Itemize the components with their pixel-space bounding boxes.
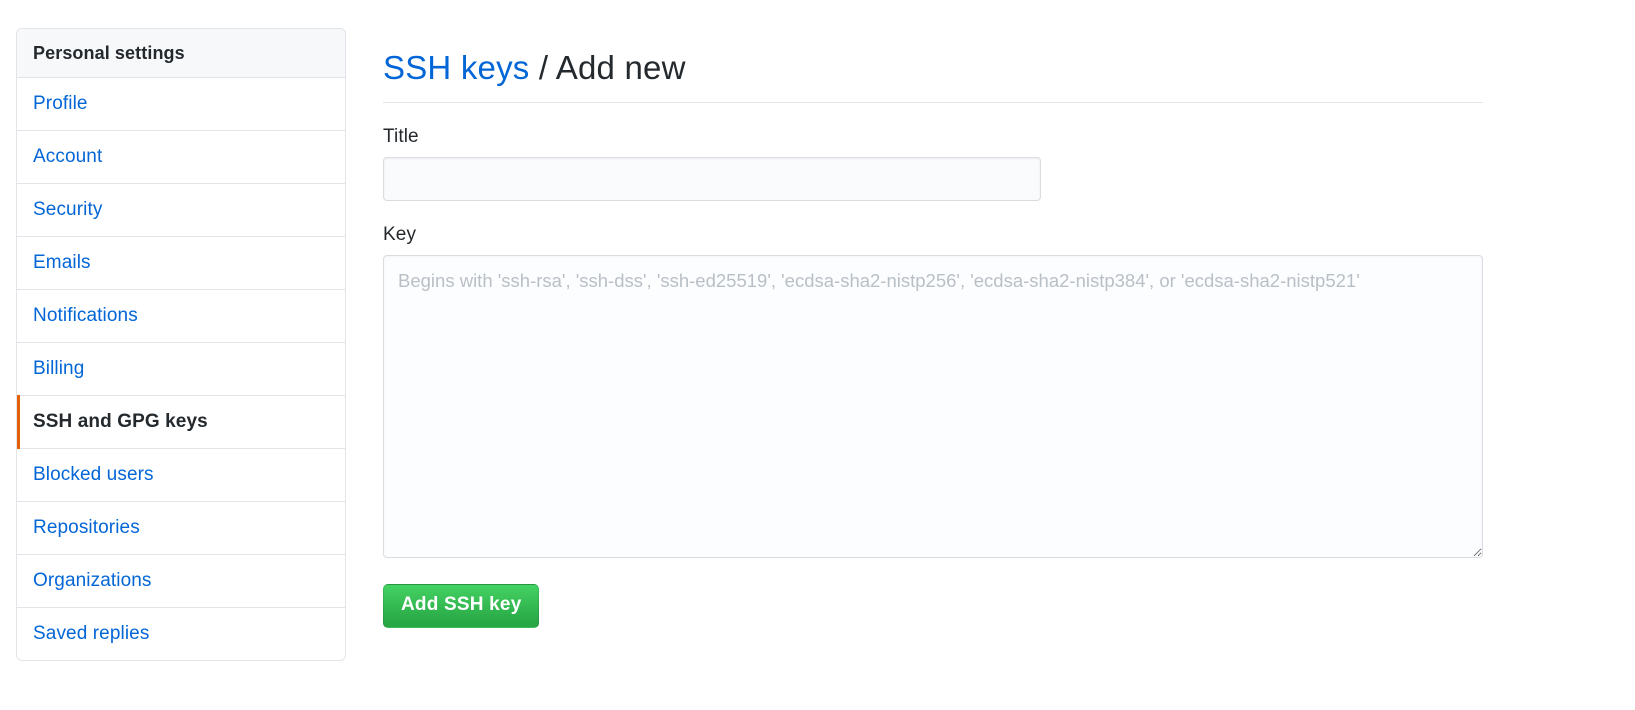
- sidebar-item-label: Notifications: [33, 305, 138, 326]
- sidebar-item-emails[interactable]: Emails: [17, 237, 345, 290]
- add-ssh-key-button[interactable]: Add SSH key: [383, 583, 540, 628]
- sidebar-item-repositories[interactable]: Repositories: [17, 502, 345, 555]
- sidebar-heading: Personal settings: [17, 29, 345, 78]
- sidebar-item-label: Blocked users: [33, 464, 154, 485]
- sidebar-item-notifications[interactable]: Notifications: [17, 290, 345, 343]
- sidebar-item-profile[interactable]: Profile: [17, 78, 345, 131]
- sidebar-item-label: Repositories: [33, 517, 140, 538]
- sidebar-item-label: Organizations: [33, 570, 152, 591]
- breadcrumb-separator: /: [529, 49, 556, 87]
- key-label: Key: [383, 223, 417, 245]
- breadcrumb-current: Add new: [555, 49, 686, 87]
- sidebar-item-organizations[interactable]: Organizations: [17, 555, 345, 608]
- key-textarea[interactable]: [383, 254, 1483, 558]
- sidebar-item-security[interactable]: Security: [17, 184, 345, 237]
- breadcrumb-ssh-keys-link[interactable]: SSH keys: [383, 49, 529, 86]
- main-content: SSH keys / Add new Title Key Add SSH key: [383, 26, 1483, 628]
- title-input[interactable]: [383, 156, 1041, 201]
- sidebar-item-account[interactable]: Account: [17, 131, 345, 184]
- sidebar-item-label: Security: [33, 199, 103, 220]
- title-label: Title: [383, 125, 419, 147]
- sidebar-item-ssh-and-gpg-keys[interactable]: SSH and GPG keys: [17, 395, 345, 449]
- sidebar-item-label: Account: [33, 146, 103, 167]
- sidebar-item-label: Emails: [33, 252, 91, 273]
- sidebar-item-label: Billing: [33, 358, 85, 379]
- settings-sidebar: Personal settings Profile Account Securi…: [16, 28, 346, 661]
- sidebar-item-label: SSH and GPG keys: [33, 411, 208, 432]
- sidebar-item-blocked-users[interactable]: Blocked users: [17, 449, 345, 502]
- sidebar-item-label: Profile: [33, 93, 88, 114]
- page-title: SSH keys / Add new: [383, 48, 1483, 103]
- title-field-group: Title: [383, 126, 1483, 201]
- sidebar-item-label: Saved replies: [33, 623, 150, 644]
- sidebar-item-billing[interactable]: Billing: [17, 343, 345, 396]
- sidebar-item-saved-replies[interactable]: Saved replies: [17, 608, 345, 660]
- key-field-group: Key: [383, 224, 1483, 558]
